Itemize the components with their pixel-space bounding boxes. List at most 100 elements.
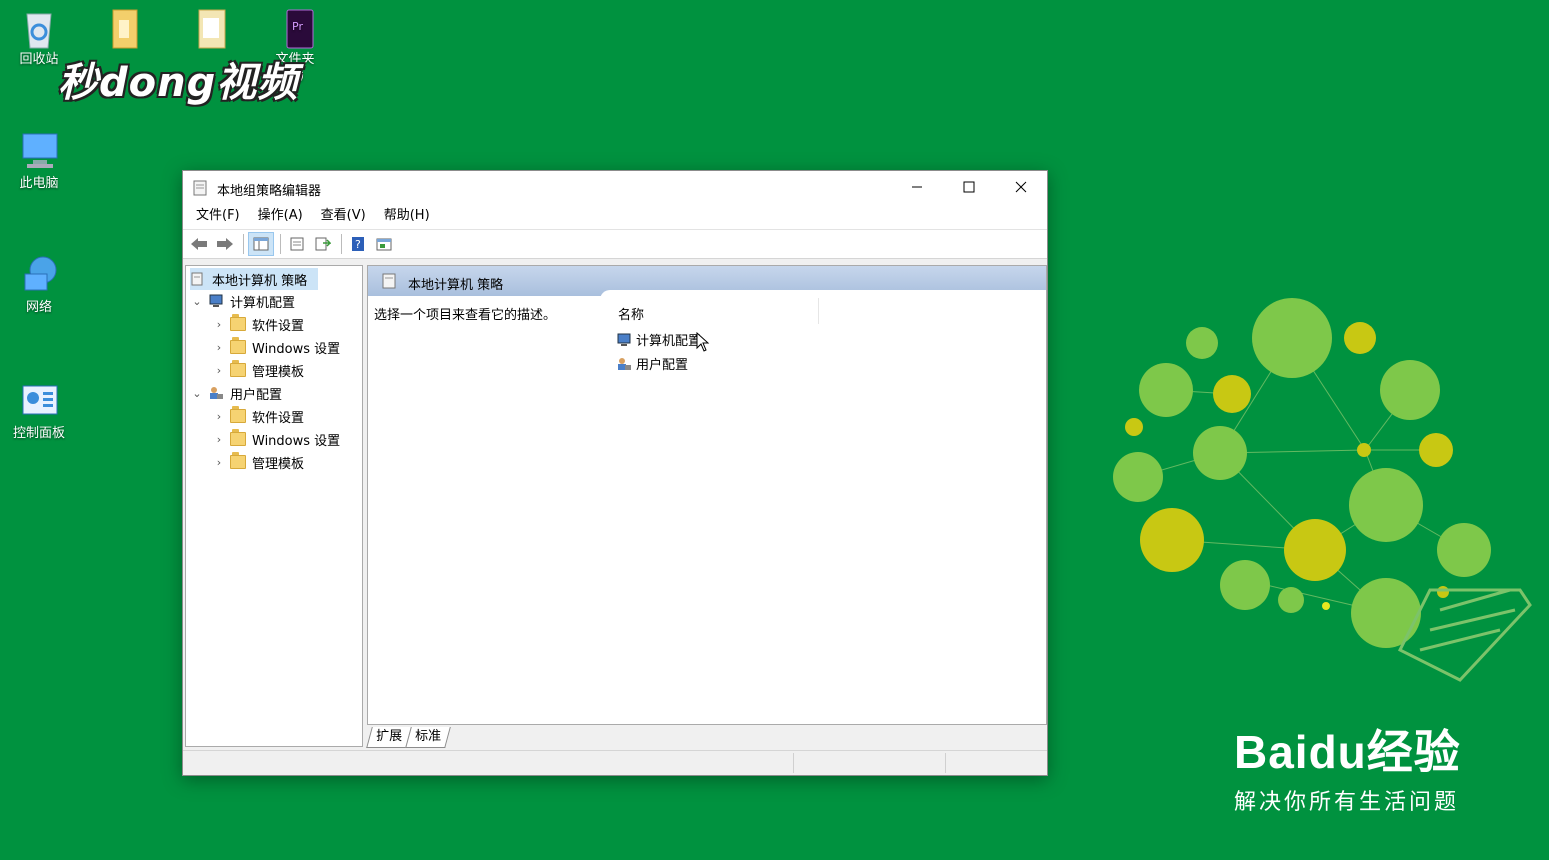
minimize-button[interactable]	[891, 171, 943, 203]
document-folder-icon	[187, 6, 231, 50]
menu-bar: 文件(F) 操作(A) 查看(V) 帮助(H)	[183, 203, 1047, 229]
tree-item-user-windows-settings[interactable]: › Windows 设置	[212, 428, 340, 450]
desktop-icon-label: 控制面板	[12, 426, 65, 441]
filter-view-button[interactable]	[372, 233, 396, 255]
tree-item-label: 用户配置	[230, 387, 283, 403]
list-item-label: 用户配置	[636, 358, 689, 373]
desktop-icon-folder-1[interactable]	[88, 6, 158, 52]
computer-config-icon	[616, 333, 632, 347]
help-button[interactable]: ?	[346, 233, 370, 255]
list-item-user-config[interactable]: 用户配置	[616, 354, 688, 373]
column-divider[interactable]	[818, 298, 819, 324]
baidu-tagline: 解决你所有生活问题	[1234, 790, 1460, 815]
expand-arrow-icon[interactable]: ›	[212, 410, 226, 423]
tree-item-label: Windows 设置	[252, 341, 341, 357]
tree-item-user-admin-templates[interactable]: › 管理模板	[212, 451, 304, 473]
status-divider	[945, 753, 946, 773]
folder-icon	[230, 452, 246, 469]
close-button[interactable]	[995, 171, 1047, 203]
menu-help[interactable]: 帮助(H)	[375, 203, 439, 229]
svg-text:?: ?	[355, 238, 361, 251]
expand-arrow-icon[interactable]: ›	[212, 364, 226, 377]
close-icon	[1015, 181, 1027, 193]
tree-item-user-config[interactable]: ⌄ 用户配置	[190, 382, 282, 404]
list-item-computer-config[interactable]: 计算机配置	[616, 330, 701, 349]
group-policy-editor-window: 本地组策略编辑器 文件(F) 操作(A) 查看(V) 帮助(H) ? 本地计算机…	[182, 170, 1048, 776]
expand-arrow-icon[interactable]: ›	[212, 433, 226, 446]
expand-arrow-icon[interactable]: ›	[212, 456, 226, 469]
properties-button[interactable]	[285, 233, 309, 255]
view-icon	[376, 238, 392, 251]
forward-button[interactable]	[213, 233, 237, 255]
tree-item-label: 计算机配置	[230, 295, 296, 311]
desktop-icon-network[interactable]: 网络	[4, 254, 74, 316]
back-button[interactable]	[187, 233, 211, 255]
back-arrow-icon	[191, 238, 207, 250]
title-bar[interactable]: 本地组策略编辑器	[183, 171, 1047, 203]
user-config-icon	[616, 357, 632, 371]
toolbar-separator	[243, 234, 244, 254]
description-text: 选择一个项目来查看它的描述。	[374, 308, 557, 323]
watermark-logo: 秒dong视频	[58, 60, 299, 106]
tree-item-root[interactable]: 本地计算机 策略	[190, 268, 318, 290]
policy-icon	[190, 272, 206, 286]
minimize-icon	[912, 186, 922, 188]
menu-file[interactable]: 文件(F)	[187, 203, 249, 229]
forward-arrow-icon	[217, 238, 233, 250]
tree-item-admin-templates[interactable]: › 管理模板	[212, 359, 304, 381]
toolbar: ?	[183, 229, 1047, 259]
computer-config-icon	[208, 294, 224, 308]
folder-icon	[230, 429, 246, 446]
network-icon	[17, 254, 61, 298]
policy-icon	[382, 273, 396, 293]
tree-item-label: 本地计算机 策略	[212, 273, 308, 289]
premiere-icon: Pr	[275, 6, 319, 50]
tree-item-software-settings[interactable]: › 软件设置	[212, 313, 304, 335]
baidu-logo-text: Bai​du经验	[1234, 726, 1461, 778]
tree-item-user-software-settings[interactable]: › 软件设置	[212, 405, 304, 427]
user-config-icon	[208, 386, 224, 400]
console-tree-icon	[253, 237, 269, 251]
help-icon: ?	[352, 237, 364, 251]
svg-text:Pr: Pr	[292, 20, 303, 33]
expand-arrow-icon[interactable]: ›	[212, 341, 226, 354]
tab-standard[interactable]: 标准	[405, 727, 451, 748]
menu-action[interactable]: 操作(A)	[249, 203, 312, 229]
menu-view[interactable]: 查看(V)	[312, 203, 375, 229]
desktop-icon-control-panel[interactable]: 控制面板	[4, 380, 74, 442]
items-list: 名称 计算机配置 用户配置	[600, 290, 1046, 724]
tree-item-label: 软件设置	[252, 410, 305, 426]
console-tree: 本地计算机 策略 ⌄ 计算机配置 › 软件设置 › Windows 设置 › 管…	[185, 265, 363, 747]
desktop-icon-folder-2[interactable]	[174, 6, 244, 52]
column-header-name[interactable]: 名称	[618, 304, 644, 323]
status-divider	[793, 753, 794, 773]
folder-icon	[230, 360, 246, 377]
show-hide-tree-button[interactable]	[248, 232, 274, 256]
maximize-icon	[963, 181, 975, 193]
details-pane: 本地计算机 策略 选择一个项目来查看它的描述。 名称 计算机配置 用户配置	[367, 265, 1047, 725]
folder-icon	[230, 337, 246, 354]
tree-item-label: 管理模板	[252, 456, 305, 472]
tree-item-label: 管理模板	[252, 364, 305, 380]
properties-icon	[290, 237, 304, 251]
folder-icon	[101, 6, 145, 50]
baidu-jingyan-logo: Bai​du经验 解决你所有生活问题	[1234, 716, 1461, 816]
control-panel-icon	[17, 380, 61, 424]
export-list-button[interactable]	[311, 233, 335, 255]
toolbar-separator	[280, 234, 281, 254]
policy-app-icon	[193, 180, 207, 196]
desktop-icon-this-pc[interactable]: 此电脑	[4, 130, 74, 192]
collapse-arrow-icon[interactable]: ⌄	[190, 295, 204, 308]
collapse-arrow-icon[interactable]: ⌄	[190, 387, 204, 400]
toolbar-separator	[341, 234, 342, 254]
lightbulb-decoration	[1113, 298, 1532, 682]
computer-icon	[17, 130, 61, 174]
tree-item-label: 软件设置	[252, 318, 305, 334]
mouse-cursor-icon	[696, 332, 710, 352]
status-bar	[183, 750, 1047, 775]
expand-arrow-icon[interactable]: ›	[212, 318, 226, 331]
export-icon	[315, 237, 331, 251]
tree-item-computer-config[interactable]: ⌄ 计算机配置	[190, 290, 295, 312]
maximize-button[interactable]	[943, 171, 995, 203]
tree-item-windows-settings[interactable]: › Windows 设置	[212, 336, 340, 358]
